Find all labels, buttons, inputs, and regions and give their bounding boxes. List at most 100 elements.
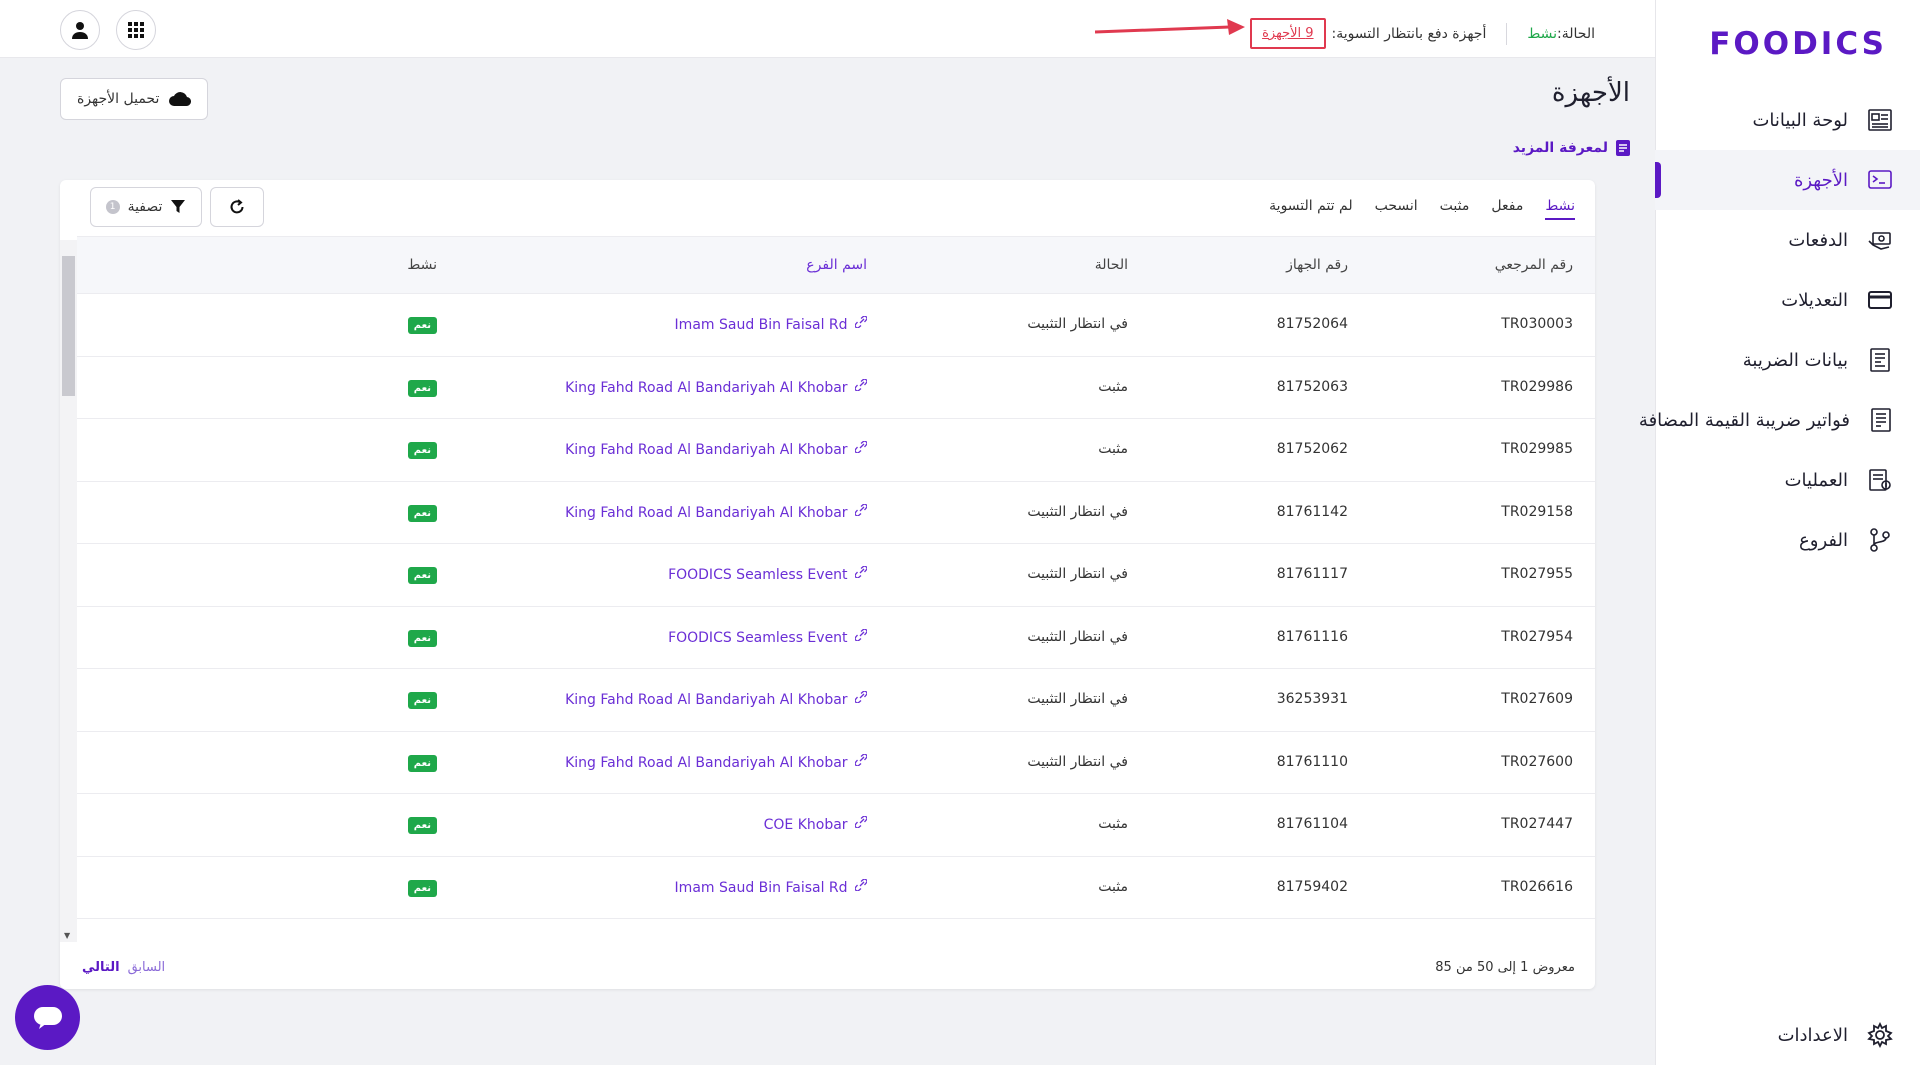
cell-branch-link[interactable]: King Fahd Road Al Bandariyah Al Khobar — [565, 440, 868, 458]
upload-devices-button[interactable]: تحميل الأجهزة — [60, 78, 209, 120]
cell-reference: TR027954 — [1501, 628, 1573, 645]
previous-page-button[interactable]: السابق — [128, 960, 166, 975]
payments-icon — [1866, 226, 1894, 254]
branch-name: King Fahd Road Al Bandariyah Al Khobar — [565, 379, 848, 396]
table-row[interactable]: TR027609 36253931 في انتظار التثبيت King… — [77, 669, 1595, 732]
cell-active: نعم — [407, 629, 437, 647]
link-icon — [854, 440, 868, 454]
cell-active: نعم — [407, 379, 437, 397]
link-icon — [854, 315, 868, 329]
cell-device-number: 81761142 — [1276, 503, 1348, 520]
sidebar-item-tax-data[interactable]: بيانات الضريبة — [1655, 330, 1920, 390]
sidebar-item-devices[interactable]: الأجهزة — [1655, 150, 1920, 210]
pending-settlement-label: أجهزة دفع بانتظار التسوية: — [1331, 25, 1487, 42]
cell-branch-link[interactable]: King Fahd Road Al Bandariyah Al Khobar — [565, 690, 868, 708]
table-scrollbar[interactable]: ▼ — [60, 240, 77, 942]
sidebar-item-label: التعديلات — [1781, 289, 1848, 311]
filter-count-badge: 1 — [105, 200, 120, 214]
sidebar: FOODICS لوحة البيانات الأجهزة الدفعات ال… — [1639, 0, 1920, 1065]
branch-name: FOODICS Seamless Event — [668, 629, 848, 646]
active-badge: نعم — [407, 754, 437, 772]
user-profile-button[interactable] — [60, 10, 100, 50]
sidebar-item-branches[interactable]: الفروع — [1655, 510, 1920, 570]
scroll-down-arrow-icon[interactable]: ▼ — [64, 931, 70, 940]
foodics-logo[interactable]: FOODICS — [1709, 26, 1887, 62]
sidebar-nav: لوحة البيانات الأجهزة الدفعات التعديلات … — [1639, 90, 1920, 570]
table-row[interactable]: TR027447 81761104 مثبت COE Khobar نعم — [77, 794, 1595, 857]
column-header-reference[interactable]: رقم المرجعي — [1495, 257, 1573, 273]
sidebar-item-operations[interactable]: العمليات — [1655, 450, 1920, 510]
tab-enabled[interactable]: مفعل — [1491, 198, 1523, 220]
cell-reference: TR027600 — [1501, 753, 1573, 770]
column-header-branch[interactable]: اسم الفرع — [806, 257, 867, 273]
cell-active: نعم — [407, 879, 437, 897]
table-row[interactable]: TR026616 81759402 مثبت Imam Saud Bin Fai… — [77, 857, 1595, 919]
document-icon — [1616, 140, 1630, 156]
cell-branch-link[interactable]: King Fahd Road Al Bandariyah Al Khobar — [565, 378, 868, 396]
sidebar-item-adjustments[interactable]: التعديلات — [1655, 270, 1920, 330]
sidebar-item-vat-invoices[interactable]: فواتير ضريبة القيمة المضافة — [1639, 390, 1920, 450]
table-row[interactable]: TR027954 81761116 في انتظار التثبيت FOOD… — [77, 607, 1595, 669]
cell-active: نعم — [407, 816, 437, 834]
status-tabs: نشط مفعل مثبت انسحب لم تتم التسوية — [1269, 198, 1575, 220]
sidebar-item-settings[interactable]: الاعدادات — [1655, 1005, 1920, 1065]
active-badge: نعم — [407, 567, 437, 584]
refresh-icon — [230, 199, 244, 214]
cell-branch-link[interactable]: FOODICS Seamless Event — [668, 565, 868, 583]
cell-active: نعم — [407, 504, 437, 522]
apps-grid-button[interactable] — [116, 10, 156, 50]
cell-status: في انتظار التثبيت — [1027, 316, 1128, 332]
pagination-summary: معروض 1 إلى 50 من 85 — [1435, 960, 1575, 975]
cell-branch-link[interactable]: COE Khobar — [764, 815, 868, 833]
column-header-active[interactable]: نشط — [407, 257, 437, 273]
learn-more-link[interactable]: لمعرفة المزيد — [1513, 140, 1630, 156]
refresh-button[interactable] — [210, 187, 264, 227]
next-page-button[interactable]: التالي — [82, 960, 120, 975]
branches-icon — [1866, 526, 1894, 554]
cell-active: نعم — [407, 754, 437, 772]
cell-reference: TR030003 — [1501, 316, 1573, 332]
filter-label: تصفية — [127, 199, 163, 215]
column-header-status[interactable]: الحالة — [1095, 257, 1128, 273]
sidebar-item-payments[interactable]: الدفعات — [1655, 210, 1920, 270]
active-badge: نعم — [407, 692, 437, 709]
cell-status: مثبت — [1098, 816, 1128, 832]
table-row[interactable]: TR027600 81761110 في انتظار التثبيت King… — [77, 732, 1595, 794]
cell-branch-link[interactable]: FOODICS Seamless Event — [668, 628, 868, 646]
cell-reference: TR027955 — [1501, 566, 1573, 582]
sidebar-item-label: العمليات — [1784, 469, 1848, 491]
tab-withdrawn[interactable]: انسحب — [1375, 198, 1418, 220]
column-header-device-number[interactable]: رقم الجهاز — [1286, 257, 1348, 273]
cell-device-number: 81761110 — [1276, 753, 1348, 770]
table-row[interactable]: TR029158 81761142 في انتظار التثبيت King… — [77, 482, 1595, 544]
cell-status: مثبت — [1098, 378, 1128, 395]
cell-status: في انتظار التثبيت — [1027, 628, 1128, 645]
active-badge: نعم — [407, 504, 437, 522]
table-row[interactable]: TR029985 81752062 مثبت King Fahd Road Al… — [77, 419, 1595, 482]
cell-branch-link[interactable]: King Fahd Road Al Bandariyah Al Khobar — [565, 503, 868, 521]
tab-installed[interactable]: مثبت — [1440, 198, 1470, 220]
scrollbar-thumb[interactable] — [62, 256, 75, 396]
branch-name: FOODICS Seamless Event — [668, 567, 848, 583]
link-icon — [854, 503, 868, 516]
table-row[interactable]: TR029986 81752063 مثبت King Fahd Road Al… — [77, 357, 1595, 419]
sidebar-item-label: بيانات الضريبة — [1742, 349, 1848, 371]
pending-devices-link[interactable]: 9 الأجهزة — [1250, 18, 1326, 49]
cell-reference: TR027447 — [1501, 816, 1573, 832]
branch-name: King Fahd Road Al Bandariyah Al Khobar — [565, 754, 848, 771]
cell-device-number: 81752062 — [1276, 441, 1348, 457]
cell-branch-link[interactable]: Imam Saud Bin Faisal Rd — [675, 878, 868, 896]
tab-active[interactable]: نشط — [1545, 198, 1575, 220]
active-badge: نعم — [407, 317, 437, 334]
upload-devices-label: تحميل الأجهزة — [77, 91, 160, 107]
sidebar-item-dashboard[interactable]: لوحة البيانات — [1655, 90, 1920, 150]
table-row[interactable]: TR027955 81761117 في انتظار التثبيت FOOD… — [77, 544, 1595, 607]
cell-branch-link[interactable]: Imam Saud Bin Faisal Rd — [675, 315, 868, 333]
cell-branch-link[interactable]: King Fahd Road Al Bandariyah Al Khobar — [565, 753, 868, 771]
chat-support-button[interactable] — [15, 985, 80, 1050]
cell-status: مثبت — [1098, 878, 1128, 895]
table-row[interactable]: TR030003 81752064 في انتظار التثبيت Imam… — [77, 294, 1595, 357]
filter-button[interactable]: تصفية 1 — [90, 187, 202, 227]
tab-unsettled[interactable]: لم تتم التسوية — [1269, 198, 1352, 220]
link-icon — [854, 565, 868, 579]
